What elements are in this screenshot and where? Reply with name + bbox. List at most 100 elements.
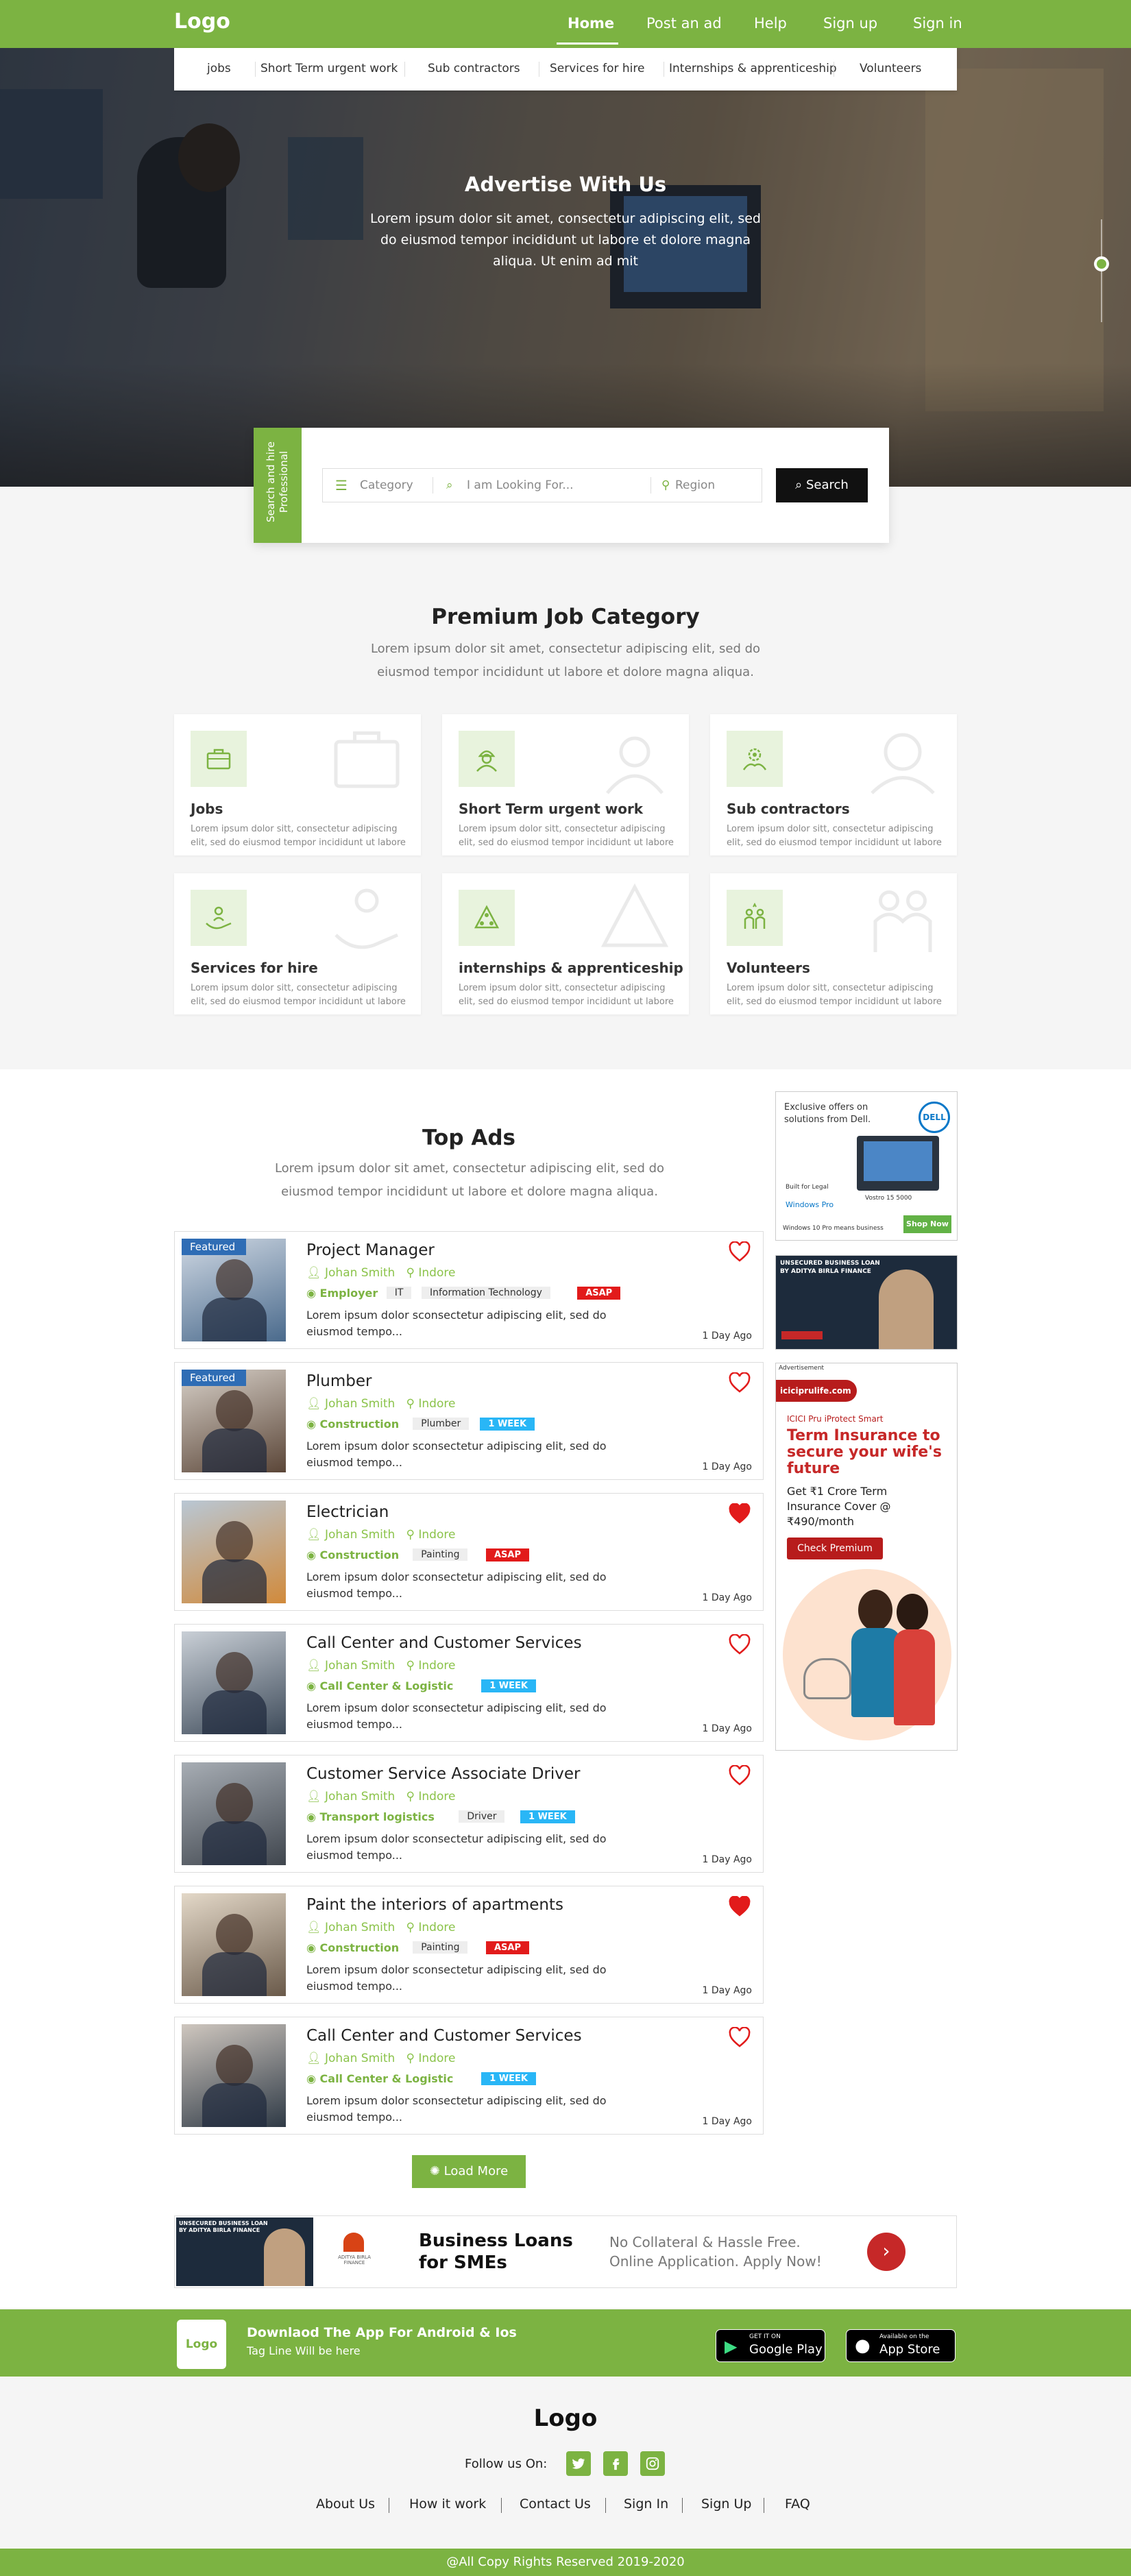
ad-photo[interactable] — [182, 2024, 286, 2127]
heart-icon[interactable] — [729, 1634, 751, 1655]
nav-help[interactable]: Help — [754, 15, 787, 32]
ad-title[interactable]: Call Center and Customer Services — [306, 1634, 582, 1652]
facebook-icon[interactable] — [603, 2451, 628, 2476]
man-image — [879, 1269, 934, 1349]
subnav-jobs[interactable]: jobs — [207, 62, 231, 75]
ad-user[interactable]: Johan Smith — [325, 1528, 395, 1542]
aditya-birla-logo: ADITYA BIRLA FINANCE — [334, 2233, 375, 2271]
looking-for-input[interactable]: I am Looking For... — [467, 469, 574, 502]
ad-meta: 👤︎ Johan Smith ⚲ Indore — [306, 2052, 455, 2065]
twitter-icon[interactable] — [566, 2451, 591, 2476]
category-card-services[interactable]: Services for hire Lorem ipsum dolor sitt… — [174, 873, 421, 1014]
heart-icon[interactable] — [729, 1503, 751, 1524]
ad-photo[interactable] — [182, 1893, 286, 1996]
ad-meta: 👤︎ Johan Smith ⚲ Indore — [306, 1790, 455, 1803]
nav-home[interactable]: Home — [568, 15, 614, 32]
ad-user[interactable]: Johan Smith — [325, 1266, 395, 1280]
footer-link-about[interactable]: About Us — [316, 2496, 375, 2512]
ad-title[interactable]: Customer Service Associate Driver — [306, 1765, 581, 1783]
nav-sign-up[interactable]: Sign up — [823, 15, 877, 32]
slider-indicator[interactable] — [1094, 256, 1109, 271]
ad-user[interactable]: Johan Smith — [325, 1659, 395, 1673]
ad-location: Indore — [418, 1528, 456, 1542]
ad-category-label: Construction — [319, 1941, 400, 1954]
search-button[interactable]: ⌕ Search — [776, 468, 868, 502]
category-icon: ◉ — [306, 1548, 320, 1562]
footer-link-sign-in[interactable]: Sign In — [624, 2496, 668, 2512]
ad-meta: 👤︎ Johan Smith ⚲ Indore — [306, 1397, 455, 1411]
business-loan-banner[interactable]: UNSECURED BUSINESS LOAN BY ADITYA BIRLA … — [174, 2215, 957, 2288]
google-play-button[interactable]: ▶ GET IT ON Google Play — [716, 2329, 825, 2362]
ad-user[interactable]: Johan Smith — [325, 1397, 395, 1411]
category-card-jobs[interactable]: Jobs Lorem ipsum dolor sitt, consectetur… — [174, 714, 421, 855]
ad-user[interactable]: Johan Smith — [325, 1790, 395, 1803]
heart-icon[interactable] — [729, 1896, 751, 1917]
subnav-short-term[interactable]: Short Term urgent work — [260, 62, 398, 75]
ad-card[interactable]: Electrician 👤︎ Johan Smith ⚲ Indore ◉ Cons… — [174, 1493, 764, 1611]
category-card-short-term[interactable]: Short Term urgent work Lorem ipsum dolor… — [442, 714, 689, 855]
ad-card[interactable]: Call Center and Customer Services 👤︎ Joha… — [174, 1624, 764, 1742]
ad-description: Lorem ipsum dolor sconsectetur adipiscin… — [306, 2094, 607, 2124]
insurance-ad[interactable]: Advertisement iciciprulife.com ICICI Pru… — [775, 1363, 958, 1751]
ad-card[interactable]: Paint the interiors of apartments 👤︎ Joha… — [174, 1886, 764, 2004]
category-select[interactable]: Category — [360, 469, 413, 502]
check-premium-button[interactable]: Check Premium — [787, 1538, 883, 1559]
ad-urgency-badge: 1 WEEK — [481, 2072, 536, 2085]
footer-link-sign-up[interactable]: Sign Up — [701, 2496, 751, 2512]
footer-link-faq[interactable]: FAQ — [785, 2496, 810, 2512]
ad-card[interactable]: Featured Project Manager 👤︎ Johan Smith ⚲ … — [174, 1231, 764, 1349]
ad-photo[interactable]: Featured — [182, 1239, 286, 1341]
ad-card[interactable]: Customer Service Associate Driver 👤︎ Joha… — [174, 1755, 764, 1873]
ad-card[interactable]: Featured Plumber 👤︎ Johan Smith ⚲ Indore ◉ … — [174, 1362, 764, 1480]
footer-link-contact[interactable]: Contact Us — [520, 2496, 591, 2512]
photo-subject-body — [202, 2083, 267, 2127]
loan-line-1: UNSECURED BUSINESS LOAN — [780, 1260, 880, 1267]
category-card-internships[interactable]: internships & apprenticeship Lorem ipsum… — [442, 873, 689, 1014]
subnav-volunteers[interactable]: Volunteers — [860, 62, 921, 75]
top-ads-title: Top Ads — [422, 1126, 515, 1150]
ad-title[interactable]: Paint the interiors of apartments — [306, 1896, 563, 1914]
category-card-sub-contractors[interactable]: Sub contractors Lorem ipsum dolor sitt, … — [710, 714, 957, 855]
dell-ad[interactable]: Exclusive offers on solutions from Dell.… — [775, 1091, 958, 1241]
category-card-volunteers[interactable]: Volunteers Lorem ipsum dolor sitt, conse… — [710, 873, 957, 1014]
heart-icon[interactable] — [729, 1241, 751, 1262]
ad-photo[interactable]: Featured — [182, 1370, 286, 1472]
ad-user[interactable]: Johan Smith — [325, 2052, 395, 2065]
ad-title[interactable]: Plumber — [306, 1372, 372, 1390]
heart-icon[interactable] — [729, 1765, 751, 1786]
footer-logo[interactable]: Logo — [0, 2405, 1131, 2432]
ad-user[interactable]: Johan Smith — [325, 1921, 395, 1934]
heart-icon[interactable] — [729, 2027, 751, 2048]
footer-divider — [682, 2498, 683, 2513]
hand-person-icon — [191, 890, 247, 946]
region-select[interactable]: Region — [675, 469, 715, 502]
ad-card[interactable]: Call Center and Customer Services 👤︎ Joha… — [174, 2017, 764, 2135]
location-pin-icon: ⚲ — [661, 478, 670, 492]
ad-category-label: Employer — [319, 1287, 378, 1300]
shop-now-button[interactable]: Shop Now — [903, 1215, 951, 1233]
ad-time: 1 Day Ago — [702, 1723, 752, 1734]
ad-title[interactable]: Project Manager — [306, 1241, 435, 1259]
nav-post-ad[interactable]: Post an ad — [646, 15, 722, 32]
nav-sign-in[interactable]: Sign in — [913, 15, 962, 32]
ad-photo[interactable] — [182, 1631, 286, 1734]
photo-subject-head — [216, 2045, 253, 2086]
site-logo[interactable]: Logo — [174, 10, 230, 34]
subnav-services[interactable]: Services for hire — [550, 62, 644, 75]
loan-side-ad[interactable]: UNSECURED BUSINESS LOAN BY ADITYA BIRLA … — [775, 1255, 958, 1350]
worker-icon — [459, 731, 515, 787]
load-more-button[interactable]: ✺ Load More — [412, 2155, 526, 2188]
ad-tag: Painting — [413, 1548, 468, 1561]
subnav-internships[interactable]: Internships & apprenticeship — [669, 62, 837, 75]
instagram-icon[interactable] — [640, 2451, 665, 2476]
app-store-button[interactable]: ● Available on the App Store — [846, 2329, 956, 2362]
ad-title[interactable]: Electrician — [306, 1503, 389, 1521]
footer-link-how-it-works[interactable]: How it work — [409, 2496, 486, 2512]
chevron-right-icon[interactable]: › — [867, 2233, 905, 2271]
user-icon: 👤︎ — [306, 1790, 325, 1803]
ad-title[interactable]: Call Center and Customer Services — [306, 2027, 582, 2045]
ad-photo[interactable] — [182, 1500, 286, 1603]
heart-icon[interactable] — [729, 1372, 751, 1393]
ad-photo[interactable] — [182, 1762, 286, 1865]
subnav-sub-contractors[interactable]: Sub contractors — [428, 62, 520, 75]
